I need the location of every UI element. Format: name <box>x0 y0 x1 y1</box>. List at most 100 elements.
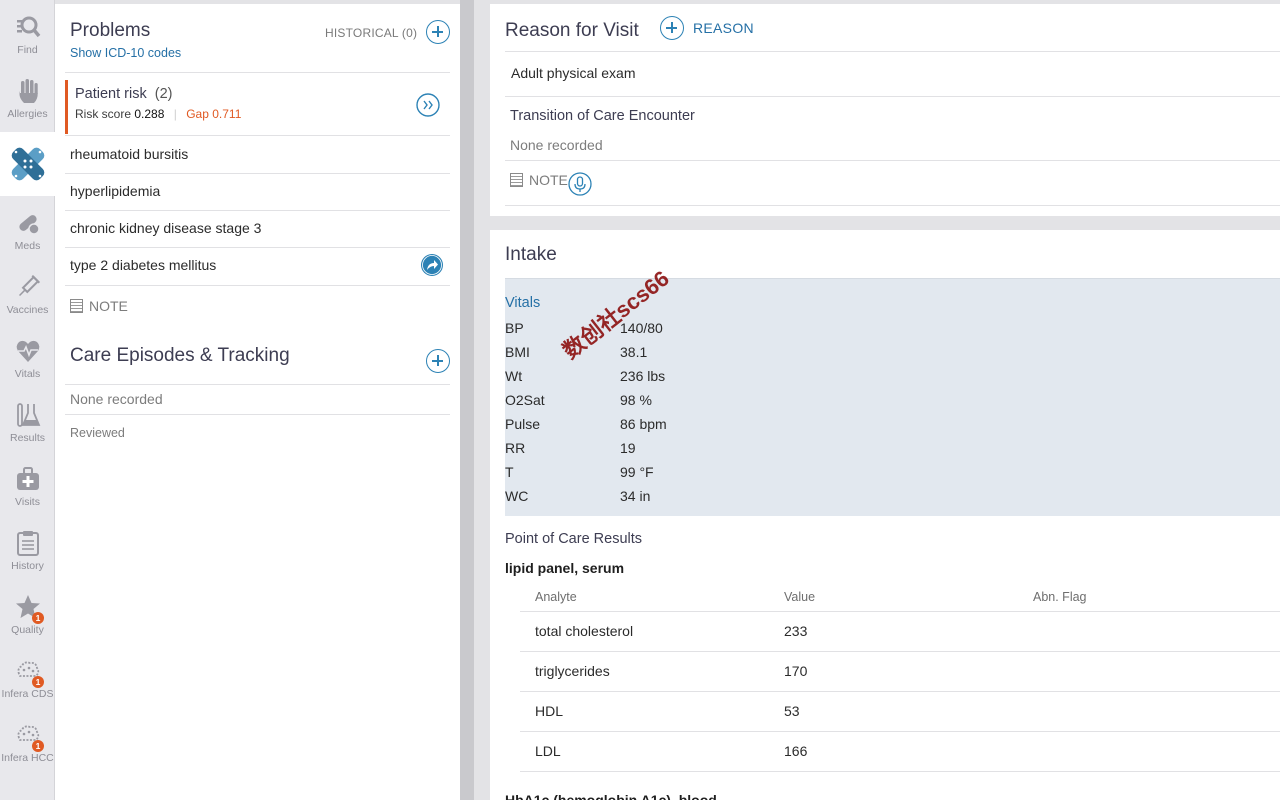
reason-for-visit-title: Reason for Visit <box>505 20 639 41</box>
value-cell: 166 <box>784 743 808 759</box>
problems-panel: Problems Show ICD-10 codes HISTORICAL (0… <box>55 4 460 800</box>
problems-note-button[interactable]: NOTE <box>70 298 128 314</box>
rail-history[interactable]: History <box>0 516 55 580</box>
vital-value: 98 % <box>620 392 652 408</box>
vital-value: 38.1 <box>620 344 648 360</box>
patient-risk-label: Patient risk <box>75 86 147 102</box>
note-icon <box>510 173 523 187</box>
visit-reason[interactable]: Adult physical exam <box>511 65 636 81</box>
rail-allergies[interactable]: Allergies <box>0 64 55 128</box>
gap-label: Gap <box>186 107 209 121</box>
vital-name: WC <box>505 488 529 504</box>
vital-value: 86 bpm <box>620 416 667 432</box>
add-reason-button[interactable]: REASON <box>693 20 754 36</box>
vital-value: 99 °F <box>620 464 654 480</box>
rail-results[interactable]: Results <box>0 388 55 452</box>
vital-name: O2Sat <box>505 392 545 408</box>
analyte-cell: LDL <box>535 743 561 759</box>
vital-value: 34 in <box>620 488 651 504</box>
vital-name: Wt <box>505 368 523 384</box>
divider <box>520 691 1280 692</box>
rail-meds[interactable]: Meds <box>0 196 55 260</box>
divider <box>65 135 450 136</box>
divider <box>505 51 1280 52</box>
note-label: NOTE <box>89 298 128 314</box>
share-icon[interactable] <box>420 253 444 277</box>
rail-visits[interactable]: Visits <box>0 452 55 516</box>
problem-item[interactable]: chronic kidney disease stage 3 <box>70 220 261 236</box>
transition-of-care-title: Transition of Care Encounter <box>510 108 695 124</box>
point-of-care-title: Point of Care Results <box>505 531 643 547</box>
rail-label: Results <box>9 432 45 444</box>
note-icon <box>70 299 83 313</box>
divider <box>505 96 1280 97</box>
transition-of-care-none: None recorded <box>510 137 603 153</box>
vital-row: BP 140/80 <box>505 320 805 336</box>
column-header: Abn. Flag <box>1033 590 1087 604</box>
add-reason-icon[interactable] <box>660 16 684 40</box>
column-header: Analyte <box>535 590 577 604</box>
historical-link[interactable]: HISTORICAL (0) <box>325 26 417 40</box>
divider <box>65 285 450 286</box>
vital-name: BP <box>505 320 524 336</box>
clipboard-icon <box>16 531 39 556</box>
rail-label: Infera CDS <box>1 688 54 700</box>
add-problem-button[interactable] <box>426 20 450 44</box>
divider <box>520 731 1280 732</box>
rail-infera-hcc[interactable]: 1 Infera HCC <box>0 708 55 772</box>
flask-icon <box>16 403 40 427</box>
panel-splitter[interactable] <box>460 0 474 800</box>
bandage-icon <box>11 147 44 181</box>
patient-risk-card[interactable]: Patient risk (2) Risk score 0.288 | Gap … <box>65 80 450 134</box>
divider <box>65 72 450 73</box>
icon-rail: Find Allergies Meds Vaccines Vitals Resu… <box>0 0 55 800</box>
reviewed-label: Reviewed <box>70 426 125 440</box>
rail-vitals[interactable]: Vitals <box>0 324 55 388</box>
show-icd10-link[interactable]: Show ICD-10 codes <box>70 46 181 60</box>
divider <box>505 205 1280 206</box>
rail-problems[interactable] <box>0 132 55 196</box>
hand-icon <box>19 79 38 103</box>
divider <box>505 160 1280 161</box>
risk-scores: Risk score 0.288 | Gap 0.711 <box>75 107 241 121</box>
rail-find[interactable]: Find <box>0 0 55 64</box>
divider <box>65 173 450 174</box>
rail-label: Visits <box>15 496 40 508</box>
gap-value: 0.711 <box>212 107 242 121</box>
problem-item[interactable]: hyperlipidemia <box>70 183 160 199</box>
vital-row: T 99 °F <box>505 464 805 480</box>
divider <box>520 771 1280 772</box>
visit-note-button[interactable]: NOTE <box>510 172 568 188</box>
patient-risk-title: Patient risk (2) <box>75 86 173 102</box>
microphone-icon[interactable] <box>568 172 592 196</box>
add-care-episode-button[interactable] <box>426 349 450 373</box>
vitals-title[interactable]: Vitals <box>505 295 540 311</box>
vital-name: BMI <box>505 344 530 360</box>
rail-infera-cds[interactable]: 1 Infera CDS <box>0 644 55 708</box>
rail-label: Find <box>17 44 38 56</box>
note-label: NOTE <box>529 172 568 188</box>
rail-label: Allergies <box>7 108 48 120</box>
vital-row: RR 19 <box>505 440 805 456</box>
problems-title: Problems <box>70 20 151 41</box>
vital-value: 19 <box>620 440 636 456</box>
rail-vaccines[interactable]: Vaccines <box>0 260 55 324</box>
problem-item[interactable]: type 2 diabetes mellitus <box>70 257 216 273</box>
expand-risk-icon[interactable] <box>416 93 440 117</box>
quality-badge: 1 <box>32 612 44 624</box>
divider <box>65 247 450 248</box>
rail-label: Vaccines <box>6 304 49 316</box>
rail-label: History <box>11 560 44 572</box>
intake-title: Intake <box>505 244 557 265</box>
value-cell: 53 <box>784 703 800 719</box>
vital-row: Wt 236 lbs <box>505 368 805 384</box>
rail-label: Meds <box>14 240 41 252</box>
rail-label: Vitals <box>14 368 41 380</box>
search-icon <box>16 16 40 38</box>
rail-quality[interactable]: 1 Quality <box>0 580 55 644</box>
divider <box>65 414 450 415</box>
divider <box>520 611 1280 612</box>
problem-item[interactable]: rheumatoid bursitis <box>70 146 188 162</box>
vital-name: RR <box>505 440 526 456</box>
value-cell: 233 <box>784 623 808 639</box>
